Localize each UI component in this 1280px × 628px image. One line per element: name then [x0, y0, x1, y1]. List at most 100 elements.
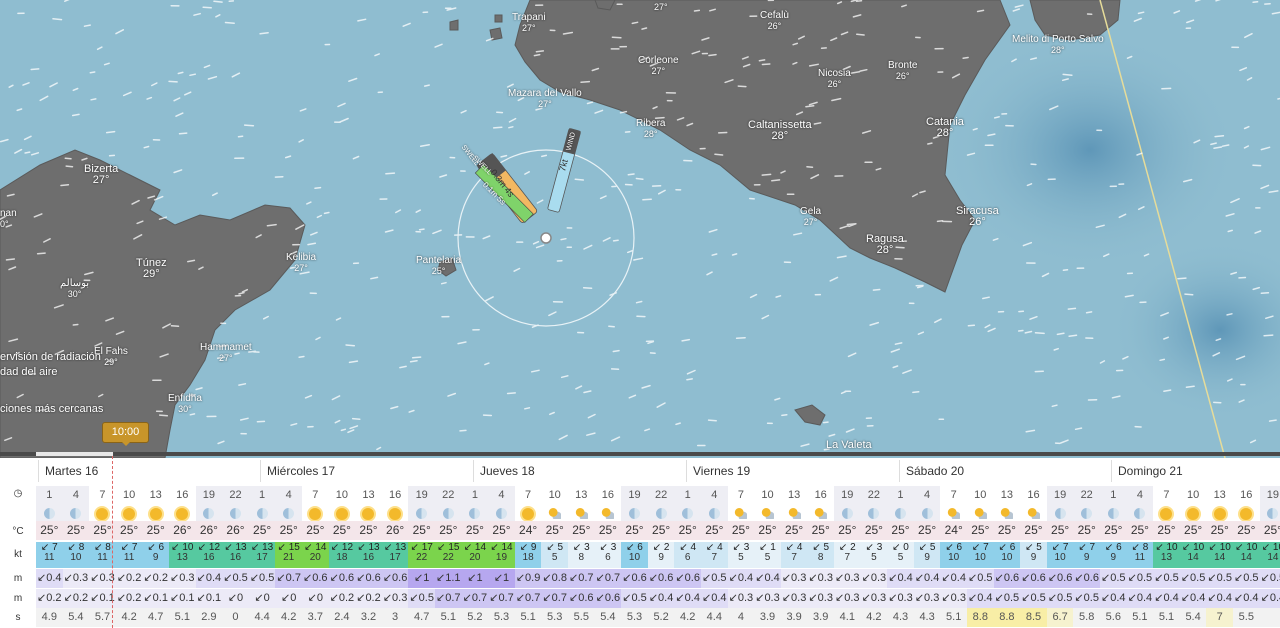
temperature-cell: 25° [1259, 521, 1280, 540]
waves-cell: ↙0.9 [514, 569, 542, 588]
hour-cell: 16 [1027, 489, 1040, 501]
weather-moon-icon [1046, 504, 1074, 522]
hour-cell: 19 [195, 486, 223, 506]
hour-cell: 1 [36, 486, 63, 506]
day-label[interactable]: Sábado 20 [899, 460, 1112, 482]
waves-cell: ↙0.6 [381, 569, 409, 588]
menu-nearest-stations[interactable]: ciones más cercanas [0, 404, 103, 415]
temperature-cell: 25° [807, 521, 834, 540]
city-ragusa[interactable]: Ragusa 28° [866, 234, 904, 256]
wind-cell: ↙ 35 [860, 542, 888, 568]
city-trapani[interactable]: Trapani 27° [512, 12, 546, 34]
wind-cell: ↙ 55 [541, 542, 568, 568]
city-cefalu[interactable]: Cefalù 26° [760, 10, 789, 32]
city-enfidha[interactable]: Enfidha 30° [168, 393, 202, 415]
swell-cell: ↙0.3 [860, 589, 888, 608]
wind-cell: ↙ 8 10 [62, 542, 90, 568]
period-cell: 5.5 [1233, 608, 1260, 627]
period-cell: 5.4 [62, 608, 90, 627]
weather-moon-icon [408, 504, 435, 522]
period-cell: 5.1 [514, 608, 542, 627]
city-nicosia[interactable]: Nicosia 26° [818, 68, 851, 90]
timeline-time-handle[interactable]: 10:00 [102, 422, 149, 446]
weather-psun-icon [728, 504, 755, 522]
hour-cell: 13 [149, 489, 162, 501]
day-label[interactable]: Jueves 18 [473, 460, 686, 482]
swell-cell: ↙0.7 [435, 589, 462, 608]
period-cell: 4.2 [115, 608, 143, 627]
wind-cell: ↙ 38 [568, 542, 595, 568]
city-lavaleta[interactable]: La Valeta [826, 440, 872, 451]
weather-moon-icon [621, 504, 648, 522]
swell-cell: ↙0.7 [461, 589, 489, 608]
period-cell: 5.4 [1179, 608, 1207, 627]
city-palermo[interactable]: 27° [654, 2, 668, 13]
weather-moon-icon [674, 504, 701, 522]
hour-cell: 1 [674, 486, 701, 506]
timeline-track[interactable] [0, 452, 1280, 456]
period-cell: 4.9 [36, 608, 63, 627]
swell-cell: ↙0.4 [647, 589, 675, 608]
period-cell: 4.4 [701, 608, 728, 627]
swell-cell: ↙0.7 [541, 589, 568, 608]
waves-cell: ↙0.4 [887, 569, 914, 588]
city-catania[interactable]: Catania 28° [926, 117, 964, 139]
hour-cell: 1 [461, 486, 489, 506]
weather-map[interactable]: Trapani 27° Mazara del Vallo 27° Corleone 2… [0, 0, 1280, 458]
day-label[interactable]: Miércoles 17 [260, 460, 473, 482]
waves-cell: ↙0.2 [142, 569, 169, 588]
city-edge[interactable]: nan 0° [0, 208, 17, 230]
city-ribera[interactable]: Ribera 28° [636, 118, 665, 140]
weather-moon-icon [275, 504, 302, 522]
weather-sun-icon [116, 504, 143, 522]
city-siracusa[interactable]: Siracusa 26° [956, 206, 999, 228]
city-melito[interactable]: Melito di Porto Salvo 28° [1012, 34, 1104, 56]
swell-cell: ↙0.3 [887, 589, 914, 608]
day-label[interactable]: Viernes 19 [686, 460, 899, 482]
day-label[interactable]: Domingo 21 [1111, 460, 1280, 482]
weather-sun-icon [515, 504, 542, 522]
temperature-cell: 25° [1100, 521, 1127, 540]
menu-air-quality[interactable]: dad del aire [0, 367, 58, 378]
hour-cell: 7 [737, 489, 744, 501]
city-bizerta[interactable]: Bizerta 27° [84, 164, 118, 186]
waves-cell: ↙0.6 [1020, 569, 1047, 588]
wind-cell: ↙ 29 [647, 542, 675, 568]
menu-radiation[interactable]: ervisión de radiación [0, 352, 101, 363]
waves-cell: ↙0.4 [195, 569, 223, 588]
period-cell: 4.1 [834, 608, 861, 627]
city-tunez[interactable]: Túnez 29° [136, 258, 167, 280]
city-bousalem[interactable]: بوسالم 30° [60, 278, 89, 300]
swell-cell: ↙0.4 [1100, 589, 1127, 608]
swell-cell: ↙0 [275, 589, 302, 608]
hour-cell: 16 [601, 489, 615, 501]
wind-cell: ↙ 13 16 [222, 542, 249, 568]
wind-cell: ↙ 12 16 [195, 542, 223, 568]
waves-cell: ↙1.1 [435, 569, 462, 588]
weather-sun-icon [329, 504, 356, 522]
temperature-cell: 25° [860, 521, 888, 540]
city-caltanissetta[interactable]: Caltanissetta 28° [748, 120, 812, 142]
city-kelibia[interactable]: Kelibia 27° [286, 252, 316, 274]
city-bronte[interactable]: Bronte 26° [888, 60, 917, 82]
swell-cell: ↙0.4 [701, 589, 728, 608]
weather-sun-icon [169, 504, 196, 522]
weather-moon-icon [1126, 504, 1154, 522]
city-mazara[interactable]: Mazara del Vallo 27° [508, 88, 582, 110]
waves-unit-label: m [13, 573, 23, 584]
period-cell: 4.4 [248, 608, 276, 627]
clock-icon: ◷ [13, 488, 23, 499]
city-pantelaria[interactable]: Pantelaria 25° [416, 255, 461, 277]
city-gela[interactable]: Gela 27° [800, 206, 821, 228]
wind-cell: ↙ 13 17 [248, 542, 276, 568]
day-label[interactable]: Martes 16 [38, 460, 251, 482]
city-corleone[interactable]: Corleone 27° [638, 55, 679, 77]
swell-cell: ↙0.3 [834, 589, 861, 608]
hour-cell: 10 [335, 489, 349, 501]
waves-cell: ↙0.3 [62, 569, 90, 588]
waves-cell: ↙0.3 [169, 569, 196, 588]
period-cell: 8.8 [993, 608, 1021, 627]
city-hammamet[interactable]: Hammamet 27° [200, 342, 252, 364]
timeline-progress [36, 452, 113, 456]
hour-cell: 4 [488, 486, 515, 506]
